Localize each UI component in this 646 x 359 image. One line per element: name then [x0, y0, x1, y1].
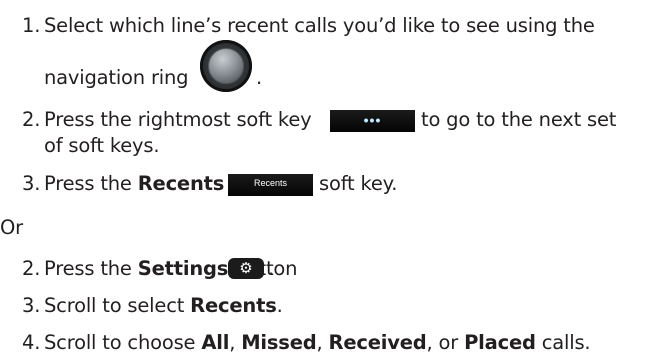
step-text: of soft keys.	[44, 134, 160, 157]
instructions-document: 1. Select which line’s recent calls you’d…	[0, 0, 646, 359]
step-text: Press the rightmost soft key	[44, 108, 312, 131]
step-number: 2.	[22, 108, 41, 131]
or-separator: Or	[0, 216, 23, 239]
alt-step-4-line: 4. Scroll to choose All, Missed, Received…	[22, 331, 591, 354]
gear-icon: ⚙	[228, 258, 264, 279]
bold-term: Received	[328, 331, 427, 354]
step-2-line-1-end: to go to the next set	[421, 108, 616, 132]
alt-step-2-period: .	[268, 257, 274, 280]
step-1-line-1: 1. Select which line’s recent calls you’d…	[22, 14, 595, 38]
bold-term: Placed	[464, 331, 536, 354]
navigation-ring-icon	[200, 40, 252, 92]
bold-term: All	[201, 331, 230, 354]
step-2-line-2: of soft keys.	[44, 134, 160, 158]
navigation-ring-center	[208, 48, 244, 84]
bold-term: Recents	[137, 172, 225, 195]
more-dots-icon: •••	[363, 112, 382, 128]
step-number: 3.	[22, 294, 41, 317]
recents-softkey-icon: Recents	[228, 174, 313, 196]
step-3-line-end: soft key.	[319, 172, 398, 195]
step-text: to go to the next set	[421, 108, 617, 131]
step-2-line-1: 2. Press the rightmost soft key	[22, 108, 312, 132]
step-3-line: 3. Press the Recents	[22, 172, 225, 195]
step-1-line-2: navigation ring	[44, 66, 189, 90]
softkey-label: Recents	[253, 178, 288, 188]
step-number: 3.	[22, 172, 41, 195]
step-text: navigation ring	[44, 66, 189, 89]
step-number: 1.	[22, 14, 41, 37]
step-number: 4.	[22, 331, 41, 354]
alt-step-3-line: 3. Scroll to select Recents.	[22, 294, 283, 317]
bold-term: Settings	[137, 257, 229, 280]
step-number: 2.	[22, 257, 41, 280]
step-1-period: .	[256, 66, 262, 89]
more-softkey-icon: •••	[330, 110, 415, 132]
step-text: Select which line’s recent calls you’d l…	[44, 14, 595, 37]
bold-term: Missed	[241, 331, 317, 354]
bold-term: Recents	[190, 294, 277, 317]
